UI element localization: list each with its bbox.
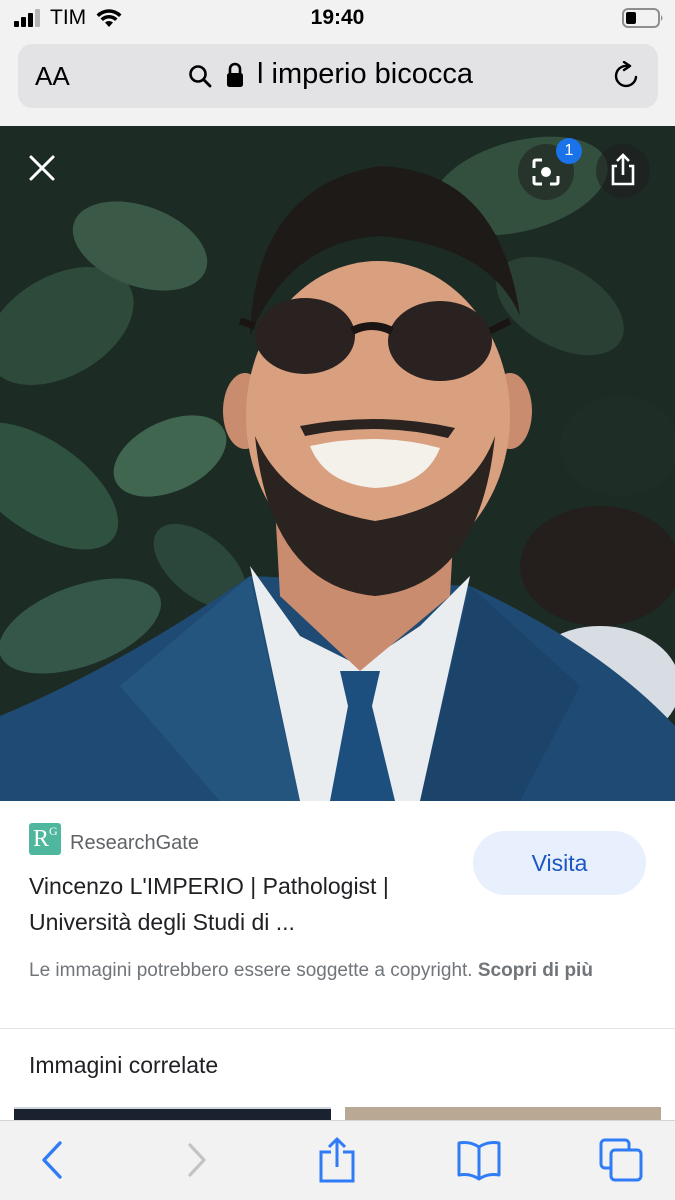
browser-address-area: AA l imperio bicocca (0, 38, 675, 126)
battery-icon (622, 8, 663, 28)
reload-icon[interactable] (612, 61, 642, 91)
tabs-icon[interactable] (598, 1137, 644, 1183)
clock: 19:40 (310, 6, 365, 29)
result-title[interactable]: Vincenzo L'IMPERIO | Pathologist | Unive… (29, 868, 449, 940)
portrait-image (0, 126, 675, 801)
researchgate-logo: R G (29, 823, 61, 855)
close-icon[interactable] (20, 146, 64, 190)
lock-icon (227, 62, 243, 87)
share-icon[interactable] (314, 1137, 360, 1183)
visit-button[interactable]: Visita (473, 831, 646, 895)
related-images-heading: Immagini correlate (29, 1052, 219, 1078)
address-bar[interactable]: AA l imperio bicocca (18, 44, 658, 108)
source-name[interactable]: ResearchGate (70, 832, 199, 855)
share-photo-button[interactable] (596, 144, 650, 198)
bookmarks-icon[interactable] (456, 1137, 502, 1183)
url-text[interactable]: l imperio bicocca (257, 58, 473, 91)
browser-toolbar (0, 1120, 675, 1200)
search-icon (189, 65, 212, 88)
text-size-button[interactable]: AA (35, 61, 70, 92)
learn-more-link[interactable]: Scopri di più (478, 960, 593, 981)
share-icon (611, 153, 635, 186)
back-icon[interactable] (30, 1137, 76, 1183)
copyright-text: Le immagini potrebbero essere soggette a… (29, 960, 473, 981)
copyright-notice: Le immagini potrebbero essere soggette a… (29, 956, 649, 985)
status-bar: TIM 19:40 (0, 0, 675, 38)
lens-badge: 1 (556, 138, 582, 164)
result-photo[interactable]: 1 (0, 126, 675, 801)
forward-icon[interactable] (174, 1137, 220, 1183)
